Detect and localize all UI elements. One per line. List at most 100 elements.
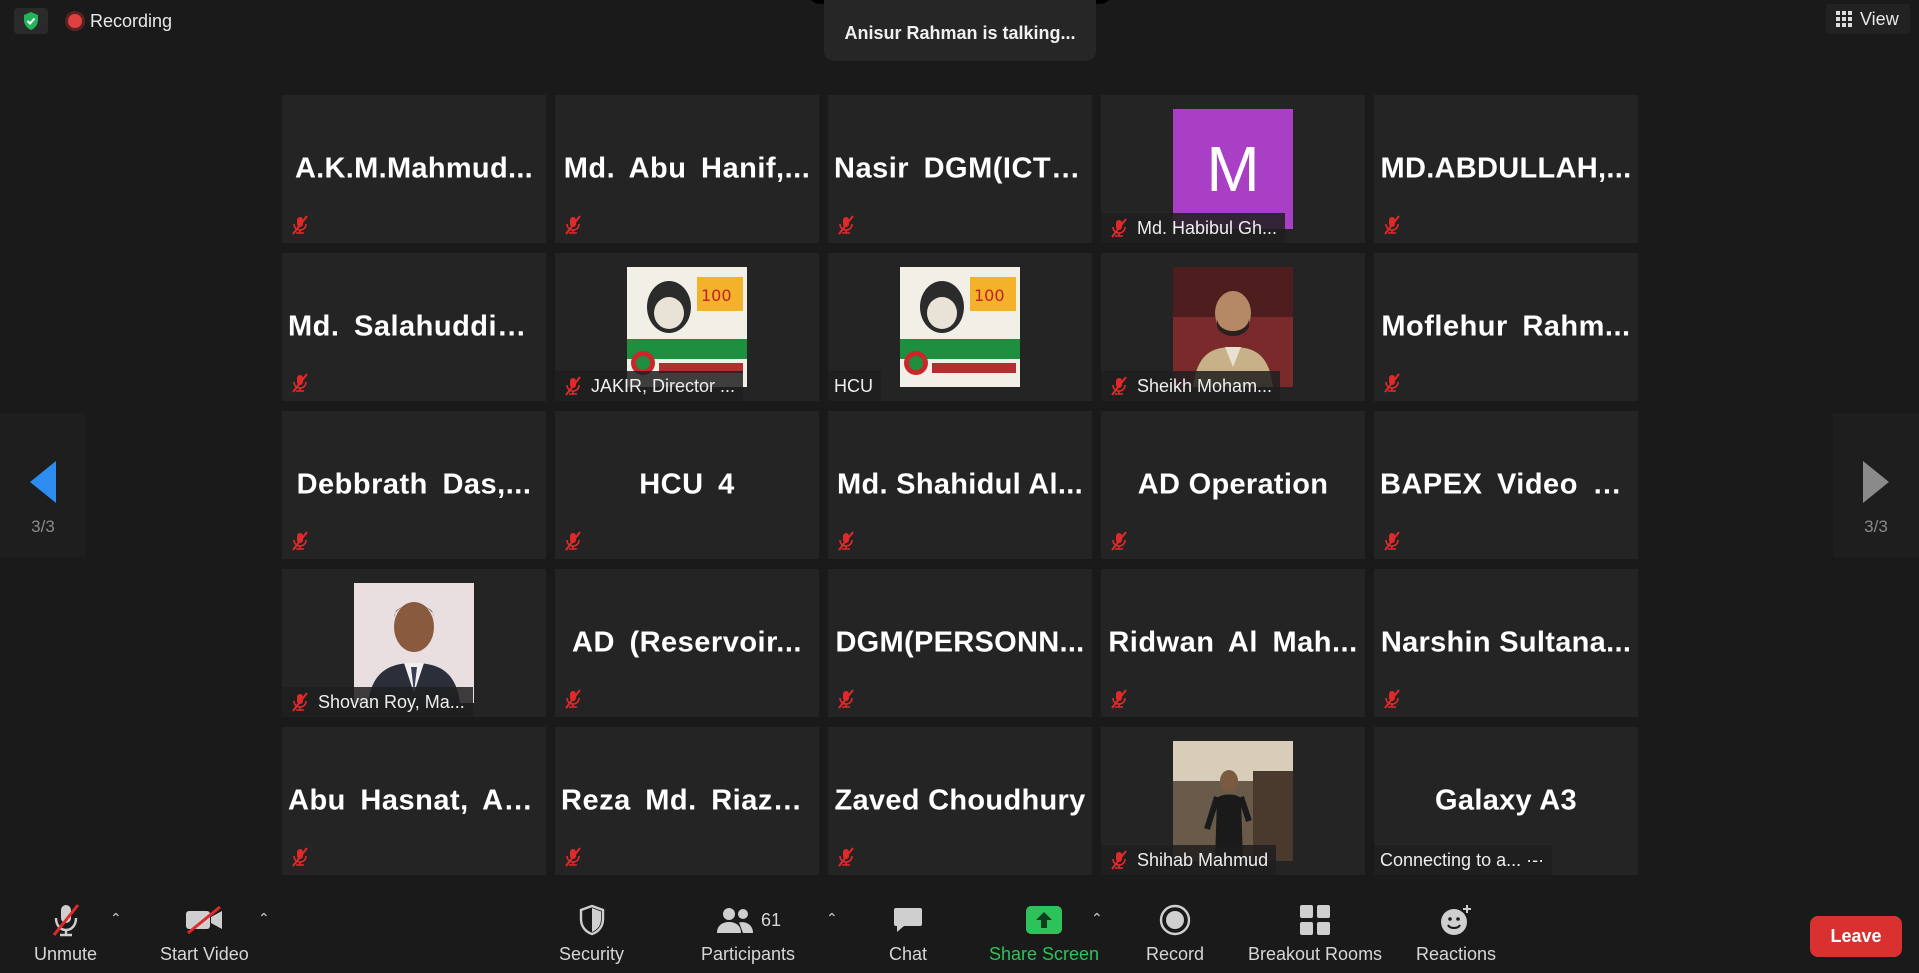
participant-tile[interactable]: M Md. Habibul Gh... <box>1101 95 1365 243</box>
participant-label: Shovan Roy, Ma... <box>318 691 465 712</box>
muted-mic-icon <box>834 687 858 711</box>
security-button[interactable]: Security <box>559 900 624 965</box>
svg-text:100: 100 <box>701 286 732 305</box>
participant-tile[interactable]: Zaved Choudhury <box>828 727 1092 875</box>
reactions-button[interactable]: Reactions <box>1416 900 1496 965</box>
participant-tile[interactable]: Md. Salahuddin... <box>282 253 546 401</box>
participants-button[interactable]: 61 Participants <box>701 900 795 965</box>
participant-name: Zaved Choudhury <box>834 784 1086 817</box>
muted-mic-icon <box>1380 213 1404 237</box>
smiley-plus-icon <box>1439 900 1473 940</box>
participant-tile[interactable]: BAPEX Video C... <box>1374 411 1638 559</box>
participants-icon: 61 <box>715 900 781 940</box>
profile-picture: 100 <box>627 267 747 387</box>
chat-button[interactable]: Chat <box>889 900 927 965</box>
active-speaker-text: Anisur Rahman is talking... <box>844 23 1076 43</box>
muted-mic-icon <box>288 845 312 869</box>
security-shield-icon[interactable] <box>14 8 48 34</box>
participant-name: Md. Salahuddin... <box>288 310 541 343</box>
share-screen-button[interactable]: Share Screen <box>989 900 1099 965</box>
participant-name: Md. Shahidul Al... <box>837 468 1083 501</box>
shield-icon <box>578 900 606 940</box>
start-video-button[interactable]: Start Video <box>160 900 249 965</box>
muted-mic-icon <box>1380 371 1404 395</box>
muted-mic-icon <box>834 213 858 237</box>
participant-tile[interactable]: A.K.M.Mahmud... <box>282 95 546 243</box>
participants-label: Participants <box>701 944 796 964</box>
start-video-label: Start Video <box>160 944 249 964</box>
video-options-chevron-up-icon[interactable]: ⌃ <box>258 910 270 927</box>
participant-tile[interactable]: Galaxy A3 Connecting to a... ·-· <box>1374 727 1638 875</box>
participant-tile[interactable]: Sheikh Moham... <box>1101 253 1365 401</box>
participant-name: Ridwan Al Mah... <box>1108 626 1358 659</box>
participant-tile[interactable]: Nasir DGM(ICT)... <box>828 95 1092 243</box>
reactions-label: Reactions <box>1416 944 1497 964</box>
view-button[interactable]: View <box>1826 4 1910 34</box>
muted-mic-icon <box>288 690 312 714</box>
participant-tile[interactable]: DGM(PERSONN... <box>828 569 1092 717</box>
next-page-button[interactable]: 3/3 <box>1833 413 1919 557</box>
page-indicator-right: 3/3 <box>1864 517 1888 536</box>
participant-tile[interactable]: 100 JAKIR, Director ... <box>555 253 819 401</box>
grid-view-icon <box>1836 11 1852 27</box>
previous-page-button[interactable]: 3/3 <box>0 413 86 557</box>
recording-indicator[interactable]: Recording <box>58 8 182 34</box>
participant-tile[interactable]: AD Operation <box>1101 411 1365 559</box>
participant-name: A.K.M.Mahmud... <box>294 152 534 185</box>
muted-mic-icon <box>1107 848 1131 872</box>
unmute-label: Unmute <box>34 944 98 964</box>
participant-tile[interactable]: Shihab Mahmud <box>1101 727 1365 875</box>
profile-picture: 100 <box>900 267 1020 387</box>
top-bar: Recording Anisur Rahman is talking... Vi… <box>0 0 1919 61</box>
avatar: M <box>1173 109 1293 229</box>
arrow-right-icon <box>1863 461 1889 503</box>
muted-mic-icon <box>1107 687 1131 711</box>
participant-tile[interactable]: Debbrath Das,... <box>282 411 546 559</box>
connecting-status: Connecting to a... ·-· <box>1380 849 1545 870</box>
breakout-rooms-button[interactable]: Breakout Rooms <box>1248 900 1382 965</box>
participant-label: JAKIR, Director ... <box>591 375 736 396</box>
muted-mic-icon <box>1107 529 1131 553</box>
avatar-letter: M <box>1206 133 1260 205</box>
muted-mic-icon <box>51 900 81 940</box>
participant-tile[interactable]: Moflehur Rahm... <box>1374 253 1638 401</box>
participant-tile[interactable]: Md. Abu Hanif,... <box>555 95 819 243</box>
participants-options-chevron-up-icon[interactable]: ⌃ <box>826 910 838 927</box>
participant-name: Moflehur Rahm... <box>1381 310 1631 343</box>
leave-button[interactable]: Leave <box>1810 916 1902 957</box>
muted-mic-icon <box>834 845 858 869</box>
security-label: Security <box>559 944 625 964</box>
participant-label-bar: JAKIR, Director ... <box>555 371 744 401</box>
participant-name: Narshin Sultana... <box>1380 626 1632 659</box>
participant-label-bar: HCU <box>828 371 881 401</box>
participant-label: Sheikh Moham... <box>1137 375 1273 396</box>
unmute-button[interactable]: Unmute <box>34 900 97 965</box>
participant-name: HCU 4 <box>639 468 735 501</box>
audio-options-chevron-up-icon[interactable]: ⌃ <box>110 910 122 927</box>
participant-label-bar: Sheikh Moham... <box>1101 371 1281 401</box>
participant-tile[interactable]: MD.ABDULLAH,... <box>1374 95 1638 243</box>
share-options-chevron-up-icon[interactable]: ⌃ <box>1091 910 1103 927</box>
participant-name: Md. Abu Hanif,... <box>563 152 811 185</box>
participant-tile[interactable]: HCU 4 <box>555 411 819 559</box>
meeting-toolbar: Unmute ⌃ Start Video ⌃ Security 61 Parti… <box>0 880 1919 973</box>
muted-mic-icon <box>561 845 585 869</box>
page-indicator-left: 3/3 <box>31 517 55 536</box>
participant-label: Md. Habibul Gh... <box>1137 217 1278 238</box>
participant-name: DGM(PERSONN... <box>835 626 1085 659</box>
record-button[interactable]: Record <box>1146 900 1204 965</box>
participant-name: MD.ABDULLAH,... <box>1380 152 1632 185</box>
participant-tile[interactable]: 100 HCU <box>828 253 1092 401</box>
participant-tile[interactable]: Shovan Roy, Ma... <box>282 569 546 717</box>
participant-tile[interactable]: Narshin Sultana... <box>1374 569 1638 717</box>
participant-tile[interactable]: AD (Reservoir... <box>555 569 819 717</box>
profile-picture <box>1173 741 1293 861</box>
share-screen-label: Share Screen <box>989 944 1100 964</box>
participant-tile[interactable]: Reza Md. Riazu... <box>555 727 819 875</box>
participant-tile[interactable]: Ridwan Al Mah... <box>1101 569 1365 717</box>
breakout-rooms-icon <box>1299 900 1331 940</box>
participant-tile[interactable]: Md. Shahidul Al... <box>828 411 1092 559</box>
participant-tile[interactable]: Abu Hasnat, AG... <box>282 727 546 875</box>
active-speaker-pill: Anisur Rahman is talking... <box>824 0 1096 61</box>
muted-mic-icon <box>1107 374 1131 398</box>
